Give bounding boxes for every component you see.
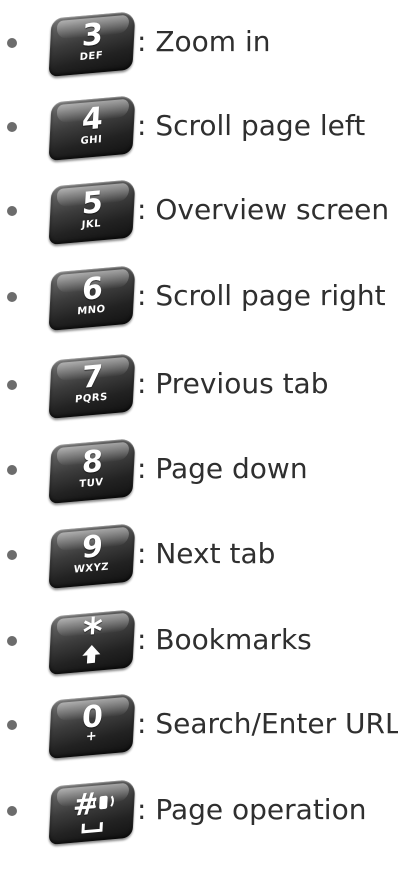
key-5-button-icon: 5 JKL bbox=[48, 179, 136, 245]
key-hash-button-icon: # bbox=[48, 779, 136, 845]
key-3-label: : Zoom in bbox=[137, 25, 271, 58]
list-item-key-9: 9 WXYZ : Next tab bbox=[0, 520, 398, 590]
bullet bbox=[7, 38, 17, 48]
list-item-key-star: * : Bookmarks bbox=[0, 606, 398, 676]
key-7-label: : Previous tab bbox=[137, 367, 329, 400]
key-9-label: : Next tab bbox=[137, 537, 276, 570]
list-item-key-7: 7 PQRS : Previous tab bbox=[0, 350, 398, 420]
list-item-key-6: 6 MNO : Scroll page right bbox=[0, 262, 398, 332]
list-item-key-3: 3 DEF : Zoom in bbox=[0, 8, 398, 78]
bullet bbox=[7, 465, 17, 475]
key-8-button-icon: 8 TUV bbox=[48, 438, 136, 504]
key-4-label: : Scroll page left bbox=[137, 109, 366, 142]
key-7-button-icon: 7 PQRS bbox=[48, 353, 136, 419]
list-item-key-5: 5 JKL : Overview screen bbox=[0, 176, 398, 246]
bullet bbox=[7, 206, 17, 216]
bullet bbox=[7, 122, 17, 132]
key-8-label: : Page down bbox=[137, 452, 308, 485]
manner-mode-icon bbox=[49, 781, 136, 843]
key-6-button-icon: 6 MNO bbox=[48, 265, 136, 331]
bullet bbox=[7, 720, 17, 730]
key-6-label: : Scroll page right bbox=[137, 279, 386, 312]
key-0-button-icon: 0 + bbox=[48, 693, 136, 759]
key-hash-label: : Page operation bbox=[137, 793, 367, 826]
key-0-label: : Search/Enter URL bbox=[137, 707, 398, 740]
bullet bbox=[7, 636, 17, 646]
key-9-button-icon: 9 WXYZ bbox=[48, 523, 136, 589]
bullet bbox=[7, 292, 17, 302]
list-item-key-0: 0 + : Search/Enter URL bbox=[0, 690, 398, 760]
bullet bbox=[7, 380, 17, 390]
list-item-key-8: 8 TUV : Page down bbox=[0, 435, 398, 505]
list-item-key-4: 4 GHI : Scroll page left bbox=[0, 92, 398, 162]
shift-arrow-icon bbox=[49, 611, 136, 673]
key-3-button-icon: 3 DEF bbox=[48, 11, 136, 77]
bullet bbox=[7, 806, 17, 816]
bullet bbox=[7, 550, 17, 560]
key-4-button-icon: 4 GHI bbox=[48, 95, 136, 161]
list-item-key-hash: # : Page operation bbox=[0, 776, 398, 846]
key-star-button-icon: * bbox=[48, 609, 136, 675]
key-5-label: : Overview screen bbox=[137, 193, 390, 226]
key-star-label: : Bookmarks bbox=[137, 623, 312, 656]
